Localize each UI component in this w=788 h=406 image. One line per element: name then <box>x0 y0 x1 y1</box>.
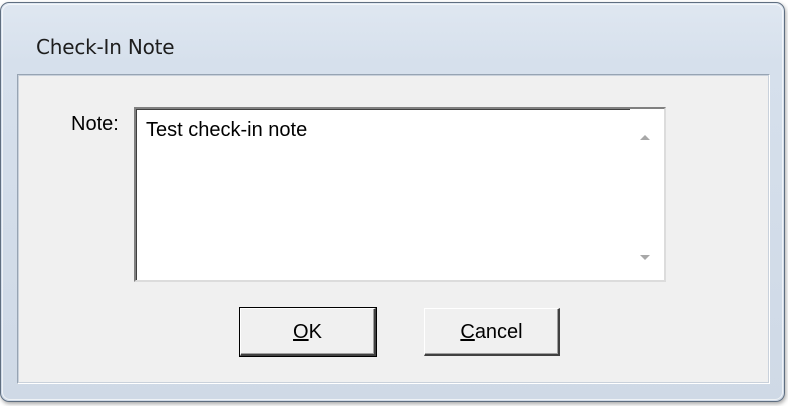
note-label: Note: <box>71 113 119 135</box>
scroll-down-arrow-icon[interactable] <box>640 255 650 260</box>
note-textarea-value[interactable]: Test check-in note <box>146 119 307 142</box>
cancel-button-mnemonic: C <box>460 320 475 343</box>
ok-button[interactable]: OK <box>239 307 377 357</box>
ok-button-mnemonic: O <box>293 320 309 343</box>
note-scrollbar[interactable] <box>630 109 664 280</box>
note-textarea[interactable]: Test check-in note <box>134 107 666 282</box>
ok-button-label-rest: K <box>308 320 322 343</box>
cancel-button-label-rest: ancel <box>474 320 523 343</box>
dialog-title: Check-In Note <box>36 35 175 59</box>
scroll-up-arrow-icon[interactable] <box>640 135 650 140</box>
cancel-button[interactable]: Cancel <box>424 308 560 356</box>
